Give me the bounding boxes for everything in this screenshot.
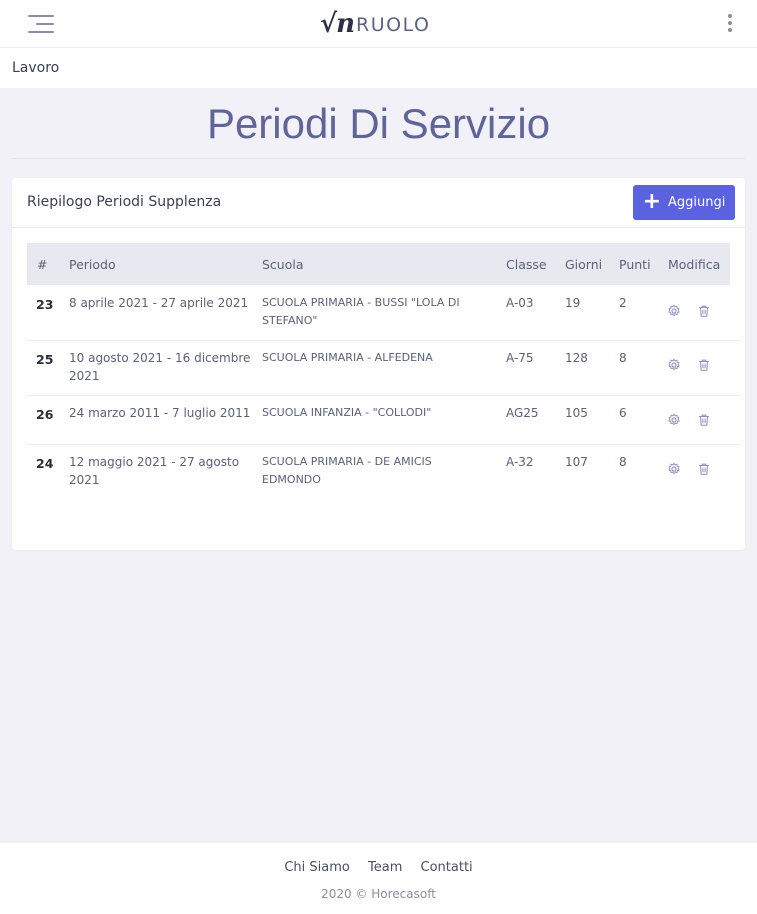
row-periodo-line2: 2021 [69,369,100,383]
table-header: # Periodo Scuola Classe Giorni Punti Mod… [27,243,730,285]
col-header-punti: Punti [619,257,651,272]
card-title: Riepilogo Periodi Supplenza [27,194,222,210]
plus-icon: + [642,188,662,214]
row-id: 23 [36,297,54,312]
row-classe: A-75 [506,351,534,365]
footer: Chi Siamo Team Contatti 2020 © Horecasof… [0,843,757,914]
col-header-scuola: Scuola [262,257,304,272]
table-row: 26 24 marzo 2011 - 7 luglio 2011 SCUOLA … [27,396,740,445]
row-giorni: 107 [565,455,588,469]
row-scuola-line1: SCUOLA PRIMARIA - DE AMICIS [262,455,432,468]
page-title: Periodi Di Servizio [206,100,551,147]
app-logo[interactable]: √n RUOLO [320,5,430,43]
row-scuola-line2: STEFANO" [262,314,318,327]
row-scuola-line1: SCUOLA PRIMARIA - BUSSI "LOLA DI [262,296,460,309]
row-punti: 8 [619,455,627,469]
col-header-id: # [37,257,48,272]
row-giorni: 19 [565,296,581,310]
row-periodo-line1: 12 maggio 2021 - 27 agosto [69,455,240,469]
copyright: 2020 © Horecasoft [321,887,436,901]
row-classe: AG25 [506,406,539,420]
row-giorni: 128 [565,351,588,365]
row-id: 24 [36,456,54,471]
row-scuola-line2: EDMONDO [262,473,321,486]
gear-icon[interactable] [667,413,681,427]
title-divider [12,158,745,159]
row-giorni: 105 [565,406,588,420]
add-button[interactable]: + Aggiungi [633,185,735,220]
breadcrumb-bar: Lavoro [0,48,757,88]
footer-link-team[interactable]: Team [368,860,402,875]
trash-icon[interactable] [697,304,711,318]
gear-icon[interactable] [667,304,681,318]
row-id: 25 [36,352,54,367]
col-header-modifica: Modifica [668,257,721,272]
row-periodo: 8 aprile 2021 - 27 aprile 2021 [69,296,249,310]
more-options-icon[interactable] [726,14,734,36]
row-periodo: 24 marzo 2011 - 7 luglio 2011 [69,406,251,420]
gear-icon[interactable] [667,358,681,372]
gear-icon[interactable] [667,462,681,476]
logo-text: RUOLO [356,14,431,36]
card-header: Riepilogo Periodi Supplenza + Aggiungi [12,178,745,228]
row-scuola: SCUOLA PRIMARIA - ALFEDENA [262,351,433,364]
logo-mark: √n [320,9,355,39]
periods-card: Riepilogo Periodi Supplenza + Aggiungi #… [12,178,745,550]
trash-icon[interactable] [697,413,711,427]
row-periodo-line2: 2021 [69,473,100,487]
row-id: 26 [36,407,54,422]
hamburger-menu-icon[interactable] [28,13,56,35]
footer-links: Chi Siamo Team Contatti [0,860,757,875]
trash-icon[interactable] [697,462,711,476]
table-row: 24 12 maggio 2021 - 27 agosto 2021 SCUOL… [27,445,740,500]
row-scuola: SCUOLA INFANZIA - "COLLODI" [262,406,432,419]
footer-link-contatti[interactable]: Contatti [421,860,473,875]
add-button-label: Aggiungi [668,195,726,210]
row-punti: 8 [619,351,627,365]
table-row: 25 10 agosto 2021 - 16 dicembre 2021 SCU… [27,341,740,396]
col-header-classe: Classe [506,257,547,272]
footer-link-chi-siamo[interactable]: Chi Siamo [284,860,350,875]
breadcrumb-label: Lavoro [12,60,60,76]
table-row: 23 8 aprile 2021 - 27 aprile 2021 SCUOLA… [27,286,740,341]
row-punti: 2 [619,296,627,310]
trash-icon[interactable] [697,358,711,372]
col-header-periodo: Periodo [69,257,116,272]
col-header-giorni: Giorni [565,257,603,272]
row-classe: A-32 [506,455,534,469]
row-punti: 6 [619,406,627,420]
top-app-bar: √n RUOLO [0,0,757,48]
row-periodo-line1: 10 agosto 2021 - 16 dicembre [69,351,251,365]
row-classe: A-03 [506,296,534,310]
